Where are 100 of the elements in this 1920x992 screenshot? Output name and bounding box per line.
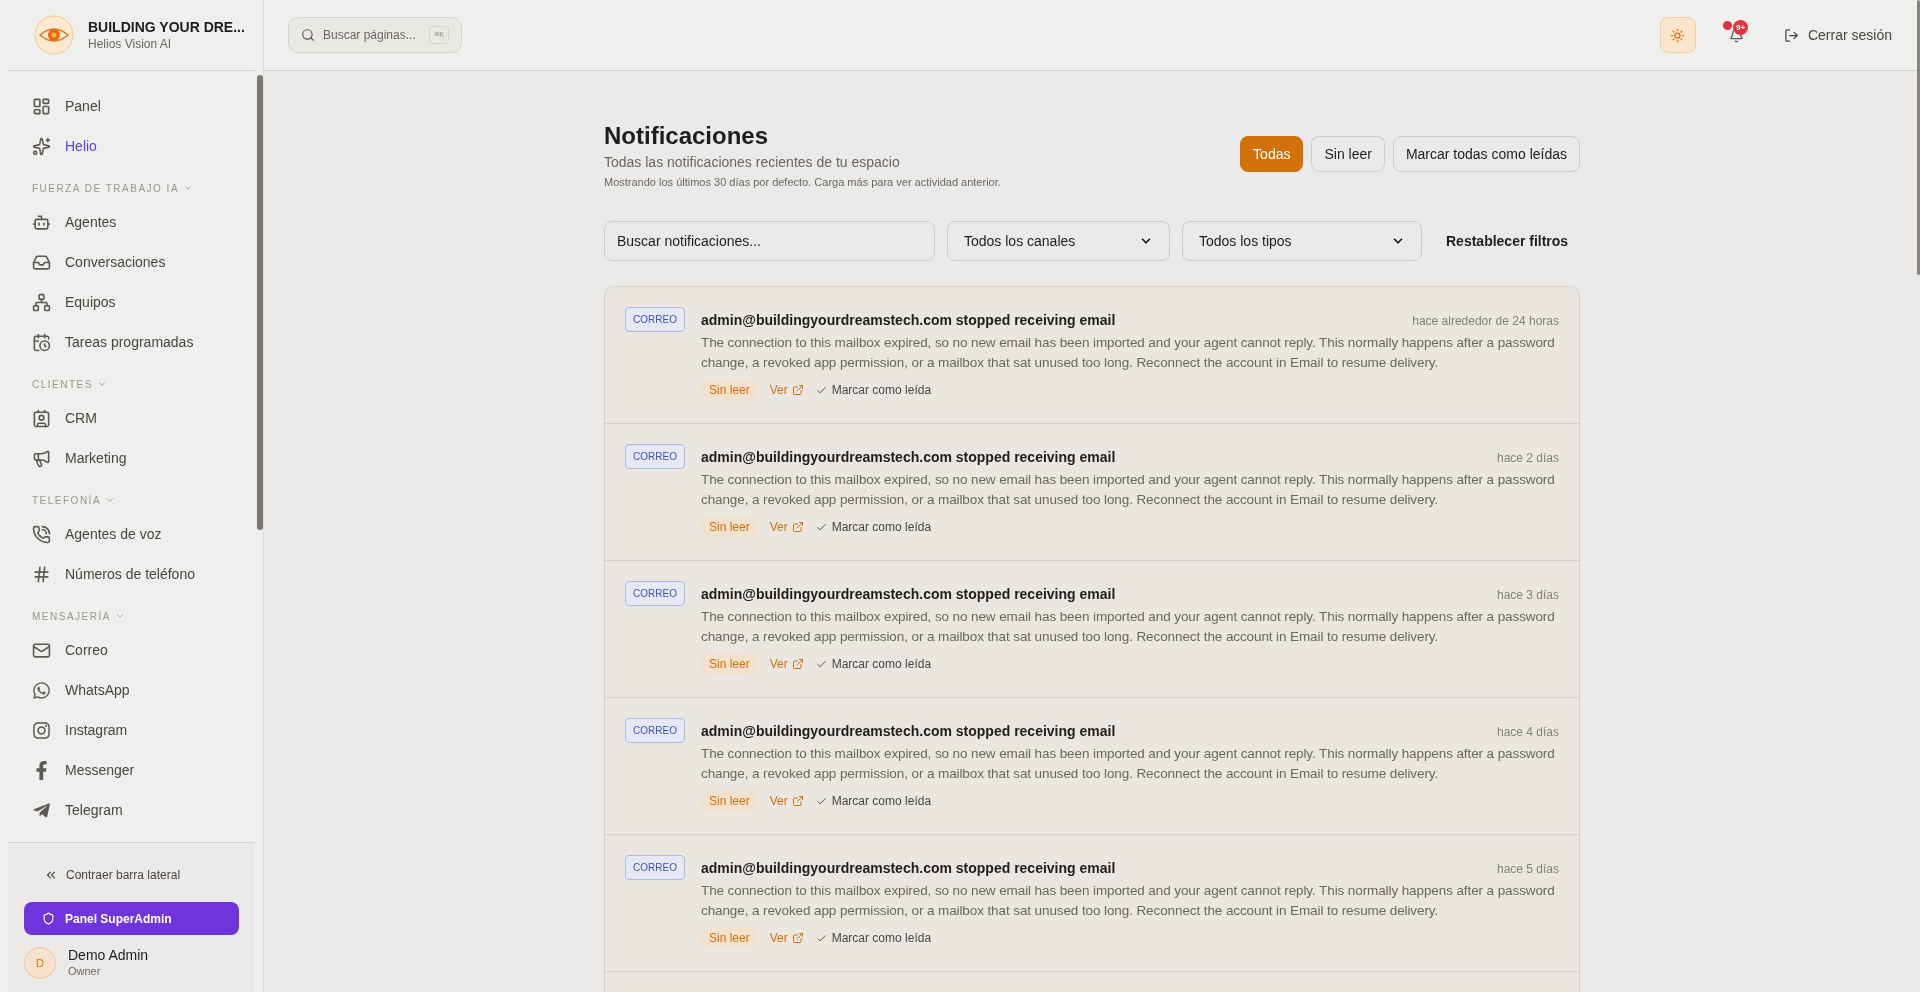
notification-body: The connection to this mailbox expired, so no new email has been imported and your agent cannot reply. This normally happens after a password change, a revoked app permission, or a mailbox that sat unused too long. Reconnect the account in Email to resume delivery. — [701, 745, 1556, 783]
filter-tab[interactable]: Sin leer — [1311, 136, 1385, 172]
calendar-clock-icon — [32, 332, 51, 352]
search-icon — [301, 28, 315, 42]
check-icon — [815, 521, 827, 533]
mail-icon — [32, 640, 51, 660]
channel-tag: CORREO — [625, 855, 685, 880]
sidebar-item[interactable]: CRM — [32, 398, 251, 438]
check-icon — [815, 932, 827, 944]
notification-search-field[interactable]: Buscar notificaciones... — [604, 221, 935, 261]
superadmin-button[interactable]: Panel SuperAdmin — [24, 902, 239, 935]
collapse-sidebar-button[interactable]: Contraer barra lateral — [24, 865, 239, 885]
unread-tag: Sin leer — [701, 791, 758, 811]
notification-title: admin@buildingyourdreamstech.com stopped receiving email — [701, 311, 1116, 330]
camera-icon — [32, 720, 51, 740]
unread-tag: Sin leer — [701, 380, 758, 400]
type-select[interactable]: Todos los tipos — [1182, 221, 1422, 261]
mark-read-button[interactable]: Marcar como leída — [815, 929, 932, 947]
reset-filters-button[interactable]: Restablecer filtros — [1446, 230, 1569, 252]
phone-call-icon — [32, 524, 51, 544]
unread-tag: Sin leer — [701, 928, 758, 948]
robot-icon — [32, 212, 51, 232]
user-role: Owner — [68, 964, 102, 979]
notification-time: hace alrededor de 24 horas — [1412, 312, 1559, 330]
inbox-icon — [32, 252, 51, 272]
sidebar-item[interactable]: Tareas programadas — [32, 322, 251, 362]
chevron-down-icon — [105, 495, 116, 505]
page-subtitle: Todas las notificaciones recientes de tu espacio — [604, 153, 901, 172]
external-link-icon — [791, 795, 804, 807]
notification-title: admin@buildingyourdreamstech.com stopped receiving email — [701, 585, 1116, 604]
megaphone-icon — [32, 448, 51, 468]
notification-time: hace 4 días — [1496, 723, 1559, 741]
logout-icon — [1783, 27, 1799, 43]
notification-title: admin@buildingyourdreamstech.com stopped receiving email — [701, 722, 1116, 741]
chat-phone-icon — [32, 680, 51, 700]
page-search-field[interactable]: Buscar páginas... ⌘K — [288, 17, 462, 53]
sidebar-item[interactable]: Marketing — [32, 438, 251, 478]
user-avatar: D — [24, 947, 56, 979]
sidebar-item[interactable]: Correo — [32, 630, 251, 670]
external-link-icon — [791, 658, 804, 670]
workspace-name: BUILDING YOUR DRE... — [88, 18, 245, 36]
chevron-down-icon — [96, 379, 107, 389]
logout-button[interactable]: Cerrar sesión — [1783, 24, 1892, 46]
channel-select[interactable]: Todos los canales — [947, 221, 1170, 261]
sidebar-item[interactable]: WhatsApp — [32, 670, 251, 710]
shortcut-key: ⌘K — [429, 26, 449, 44]
unread-tag: Sin leer — [701, 517, 758, 537]
unread-tag: Sin leer — [701, 654, 758, 674]
notification-count-badge: 9+ — [1732, 20, 1749, 35]
notification-time: hace 2 días — [1496, 449, 1559, 467]
sidebar-item[interactable]: Messenger — [32, 750, 251, 790]
check-icon — [815, 384, 827, 396]
notification-title: admin@buildingyourdreamstech.com stopped receiving email — [701, 448, 1116, 467]
sidebar-item[interactable]: Telegram — [32, 790, 251, 830]
eye-logo-icon — [34, 15, 74, 55]
chevron-down-icon — [114, 611, 125, 621]
external-link-icon — [791, 521, 804, 533]
mark-read-button[interactable]: Marcar como leída — [815, 518, 932, 536]
contact-card-icon — [32, 408, 51, 428]
notification-body: The connection to this mailbox expired, so no new email has been imported and your agent cannot reply. This normally happens after a password change, a revoked app permission, or a mailbox that sat unused too long. Reconnect the account in Email to resume delivery. — [701, 334, 1556, 372]
sidebar-item[interactable]: Panel — [32, 86, 251, 126]
check-icon — [815, 658, 827, 670]
network-icon — [32, 292, 51, 312]
notification-body: The connection to this mailbox expired, so no new email has been imported and your agent cannot reply. This normally happens after a password change, a revoked app permission, or a mailbox that sat unused too long. Reconnect the account in Email to resume delivery. — [701, 882, 1556, 920]
sidebar-item[interactable]: Instagram — [32, 710, 251, 750]
chevron-down-icon — [183, 183, 194, 193]
notification-time: hace 5 días — [1496, 860, 1559, 878]
dashboard-icon — [32, 96, 51, 116]
sidebar-item[interactable]: Conversaciones — [32, 242, 251, 282]
mark-read-button[interactable]: Marcar como leída — [815, 792, 932, 810]
check-icon — [815, 795, 827, 807]
mark-all-read-button[interactable]: Marcar todas como leídas — [1392, 136, 1580, 172]
channel-tag: CORREO — [625, 718, 685, 743]
double-chevron-icon — [44, 868, 58, 882]
theme-toggle-button[interactable] — [1659, 17, 1696, 53]
mark-read-button[interactable]: Marcar como leída — [815, 381, 932, 399]
sparkles-icon — [32, 136, 51, 156]
sun-icon — [1670, 27, 1686, 43]
channel-tag: CORREO — [625, 444, 685, 469]
user-name: Demo Admin — [68, 947, 149, 964]
page-title: Notificaciones — [604, 121, 770, 151]
sidebar-item[interactable]: Agentes de voz — [32, 514, 251, 554]
channel-tag: CORREO — [625, 307, 685, 332]
notification-title: admin@buildingyourdreamstech.com stopped receiving email — [701, 859, 1116, 878]
mark-read-button[interactable]: Marcar como leída — [815, 655, 932, 673]
notifications-button[interactable]: 9+ — [1719, 18, 1754, 52]
hash-icon — [32, 564, 51, 584]
notification-body: The connection to this mailbox expired, so no new email has been imported and your agent cannot reply. This normally happens after a password change, a revoked app permission, or a mailbox that sat unused too long. Reconnect the account in Email to resume delivery. — [701, 608, 1556, 646]
sidebar-item[interactable]: Helio — [32, 126, 251, 166]
page-note: Mostrando los últimos 30 días por defecto. Carga más para ver actividad anterior. — [604, 175, 1001, 190]
external-link-icon — [791, 932, 804, 944]
shield-icon — [42, 912, 55, 925]
channel-tag: CORREO — [625, 581, 685, 606]
notification-body: The connection to this mailbox expired, so no new email has been imported and your agent cannot reply. This normally happens after a password change, a revoked app permission, or a mailbox that sat unused too long. Reconnect the account in Email to resume delivery. — [701, 471, 1556, 509]
workspace-subtitle: Helios Vision AI — [88, 36, 173, 52]
sidebar-item[interactable]: Números de teléfono — [32, 554, 251, 594]
sidebar-item[interactable]: Equipos — [32, 282, 251, 322]
external-link-icon — [791, 384, 804, 396]
sidebar-item[interactable]: Agentes — [32, 202, 251, 242]
notification-time: hace 3 días — [1496, 586, 1559, 604]
